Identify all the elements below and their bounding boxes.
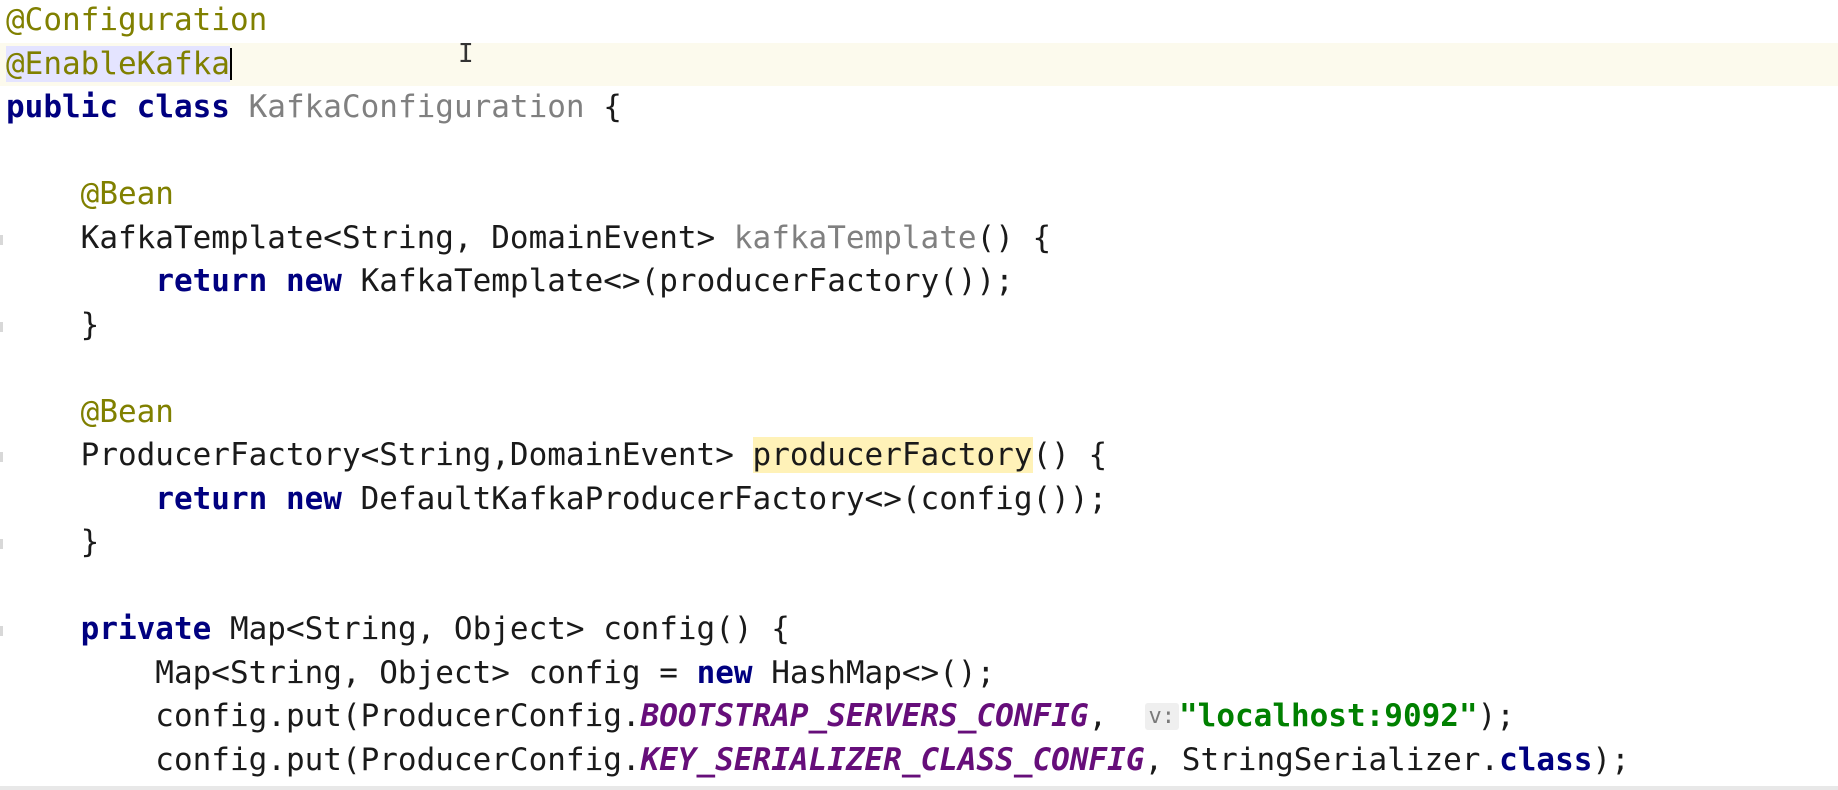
fold-marker-icon[interactable]: [0, 452, 3, 462]
code-line[interactable]: [0, 347, 1838, 391]
code-line[interactable]: [0, 565, 1838, 609]
code-token-plain: Map<String, Object> config =: [6, 654, 697, 691]
code-token-plain: }: [6, 524, 100, 560]
code-token-highlight: producerFactory: [752, 437, 1033, 473]
code-line[interactable]: return new KafkaTemplate<>(producerFacto…: [0, 260, 1838, 304]
code-token-plain: );: [1592, 741, 1630, 778]
code-token-const: KEY_SERIALIZER_CLASS_CONFIG: [640, 741, 1145, 778]
code-editor[interactable]: @Configuration @EnableKafka public class K…: [0, 0, 1838, 790]
code-token-annotation-sel: @EnableKafka: [6, 45, 230, 82]
code-token-string: "localhost:9092": [1179, 698, 1478, 734]
code-token-const: BOOTSTRAP_SERVERS_CONFIG: [640, 698, 1089, 734]
code-line[interactable]: public class KafkaConfiguration {: [0, 86, 1838, 130]
fold-marker-icon[interactable]: [0, 539, 3, 549]
text-caret: [229, 47, 232, 80]
code-token-plain: KafkaTemplate<>(producerFactory());: [360, 263, 1014, 299]
code-token-keyword: return: [155, 480, 286, 517]
code-token-annotation: @Configuration: [6, 2, 268, 38]
code-token-keyword: new: [696, 654, 772, 691]
code-line[interactable]: @EnableKafka: [0, 42, 1838, 86]
code-token-annotation: @Bean: [80, 176, 174, 212]
code-token-plain: );: [1477, 698, 1515, 734]
code-token-unused: kafkaTemplate: [733, 219, 977, 256]
code-token-plain: Map<String, Object> config() {: [229, 611, 790, 647]
code-line[interactable]: config.put(ProducerConfig.BOOTSTRAP_SERV…: [0, 695, 1838, 739]
code-token-keyword: public: [6, 89, 137, 125]
code-token-keyword: private: [80, 611, 230, 647]
code-line[interactable]: @Configuration: [0, 0, 1838, 43]
code-token-annotation: @Bean: [80, 393, 174, 430]
code-token-plain: () {: [976, 219, 1052, 256]
code-token-unused: KafkaConfiguration: [248, 89, 585, 125]
code-line[interactable]: KafkaTemplate<String, DomainEvent> kafka…: [0, 217, 1838, 261]
code-token-keyword: return: [155, 263, 286, 299]
fold-marker-icon[interactable]: [0, 626, 3, 636]
ibeam-cursor-icon: I: [458, 39, 474, 69]
code-token-hint: v:: [1144, 703, 1179, 730]
code-token-keyword: new: [285, 480, 361, 517]
code-token-plain: ,: [1088, 698, 1145, 734]
code-token-keyword: class: [1499, 741, 1593, 778]
code-line[interactable]: ProducerFactory<String,DomainEvent> prod…: [0, 434, 1838, 478]
code-token-plain: , StringSerializer.: [1144, 741, 1500, 778]
code-line[interactable]: @Bean: [0, 173, 1838, 217]
code-token-plain: {: [584, 89, 622, 125]
code-line[interactable]: }: [0, 304, 1838, 348]
code-token-plain: KafkaTemplate<String, DomainEvent>: [6, 219, 734, 256]
code-token-plain: }: [6, 306, 100, 343]
code-token-plain: config.put(ProducerConfig.: [6, 698, 641, 734]
code-token-plain: DefaultKafkaProducerFactory<>(config());: [360, 480, 1108, 517]
code-token-plain: ProducerFactory<String,DomainEvent>: [6, 437, 753, 473]
code-line[interactable]: private Map<String, Object> config() {: [0, 608, 1838, 652]
code-token-plain: () {: [1032, 437, 1108, 473]
code-token-keyword: class: [136, 89, 249, 125]
fold-marker-icon[interactable]: [0, 321, 3, 332]
code-line[interactable]: }: [0, 521, 1838, 565]
code-token-keyword: new: [285, 263, 361, 299]
code-line[interactable]: @Bean: [0, 391, 1838, 435]
code-line[interactable]: config.put(ProducerConfig.KEY_SERIALIZER…: [0, 739, 1838, 783]
code-token-plain: config.put(ProducerConfig.: [6, 741, 641, 778]
code-token-plain: HashMap<>();: [771, 654, 996, 691]
editor-bottom-border: [0, 786, 1838, 790]
code-line[interactable]: Map<String, Object> config = new HashMap…: [0, 652, 1838, 696]
fold-marker-icon[interactable]: [0, 234, 3, 245]
code-line[interactable]: return new DefaultKafkaProducerFactory<>…: [0, 478, 1838, 522]
code-line[interactable]: [0, 130, 1838, 174]
